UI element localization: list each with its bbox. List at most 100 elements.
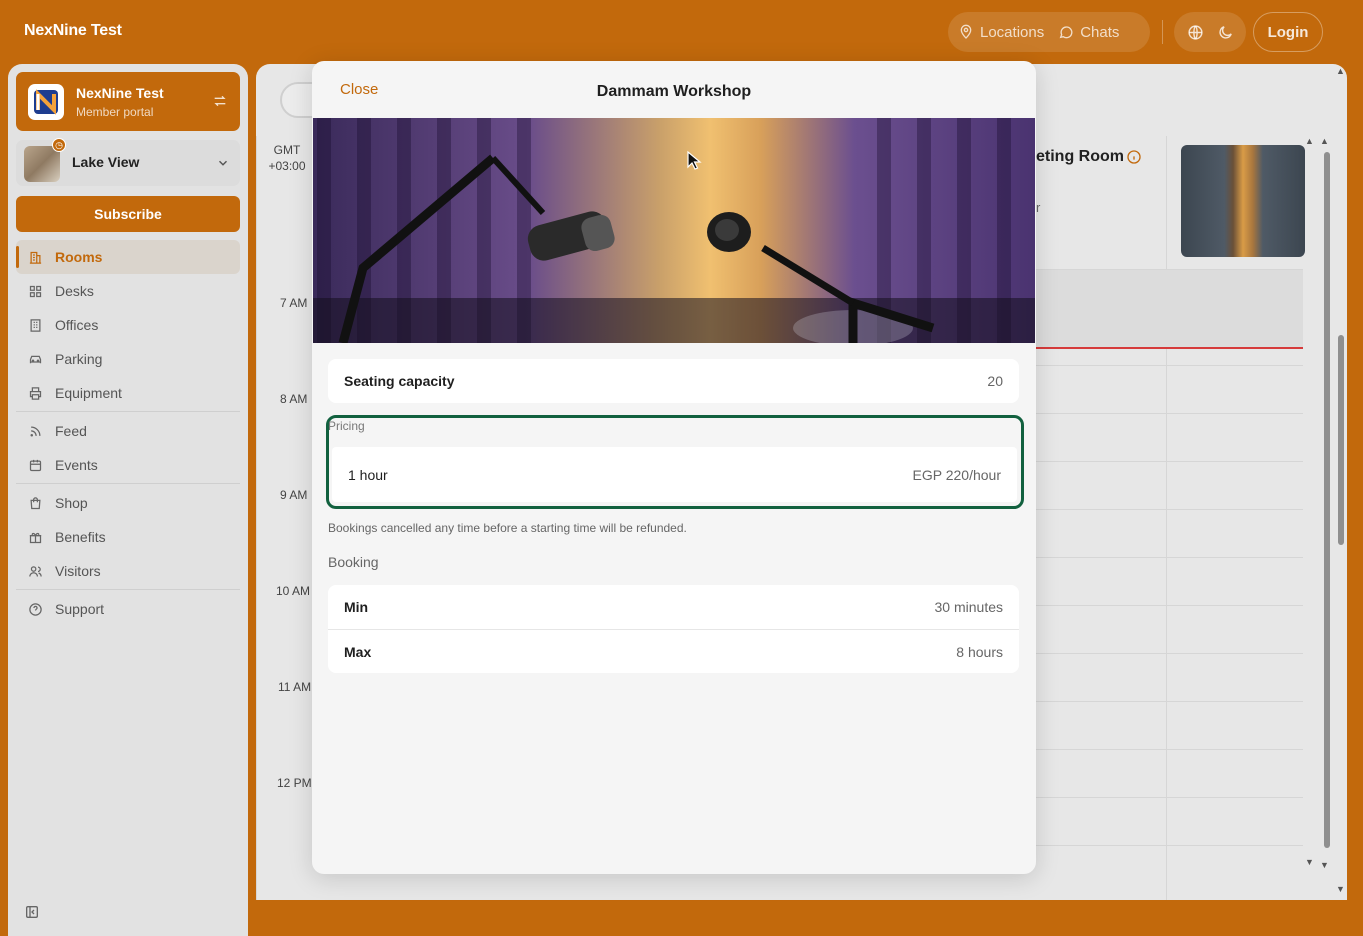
sidebar-item-feed[interactable]: Feed [16, 414, 240, 448]
pricing-duration: 1 hour [348, 467, 388, 483]
nav-divider [16, 589, 240, 590]
grid-icon [29, 285, 42, 297]
nav-divider [16, 411, 240, 412]
sidebar-item-label: Rooms [55, 249, 103, 265]
globe-icon[interactable] [1187, 24, 1204, 41]
brand-name[interactable]: NexNine Test [24, 22, 122, 40]
locations-button[interactable]: Locations [958, 24, 1044, 41]
chevron-down-icon [218, 160, 228, 166]
booking-max-value: 8 hours [956, 644, 1003, 660]
car-icon [29, 355, 42, 363]
sidebar-item-rooms[interactable]: Rooms [16, 240, 240, 274]
switch-arrows-icon[interactable] [212, 93, 228, 109]
seating-value: 20 [987, 373, 1003, 389]
printer-icon [29, 386, 42, 400]
grid-line [1036, 701, 1303, 702]
users-icon [29, 565, 42, 577]
room-column-subtitle: r [1036, 200, 1041, 215]
grid-line [1036, 269, 1303, 270]
sidebar: NexNine Test Member portal ◷ Lake View S… [8, 64, 248, 936]
sidebar-item-equipment[interactable]: Equipment [16, 376, 240, 410]
help-circle-icon [29, 602, 42, 616]
grid-line [1036, 845, 1303, 846]
booking-min-value: 30 minutes [934, 599, 1003, 615]
seating-label: Seating capacity [344, 373, 455, 389]
chats-label: Chats [1080, 23, 1120, 41]
refund-policy-note: Bookings cancelled any time before a sta… [328, 521, 687, 535]
location-badge-icon: ◷ [52, 138, 66, 152]
sidebar-nav: Rooms Desks Offices Parking Equipment Fe… [16, 240, 240, 626]
sidebar-item-label: Shop [55, 495, 88, 511]
scroll-down-arrow-icon[interactable]: ▼ [1305, 857, 1314, 867]
org-switcher[interactable]: NexNine Test Member portal [16, 72, 240, 131]
pricing-row: 1 hour EGP 220/hour [332, 447, 1017, 502]
moon-icon[interactable] [1217, 24, 1234, 41]
scroll-up-arrow-icon[interactable]: ▲ [1320, 136, 1329, 146]
scroll-up-arrow-icon[interactable]: ▲ [1336, 66, 1345, 76]
page-scrollbar[interactable] [1338, 335, 1344, 545]
timezone-label: GMT +03:00 [264, 142, 310, 174]
hour-label: 11 AM [278, 680, 312, 694]
subscribe-button[interactable]: Subscribe [16, 196, 240, 232]
org-subtitle: Member portal [76, 105, 154, 119]
top-bar: NexNine Test Locations Chats Login [0, 0, 1363, 64]
location-name: Lake View [72, 154, 140, 170]
sidebar-collapse-icon[interactable] [24, 904, 40, 920]
org-logo [28, 84, 64, 120]
room-photo [313, 118, 1035, 343]
location-thumbnail [24, 146, 60, 182]
timezone-offset: +03:00 [268, 159, 306, 173]
booking-min-label: Min [344, 599, 369, 615]
hour-label: 10 AM [276, 584, 311, 598]
sidebar-item-shop[interactable]: Shop [16, 486, 240, 520]
booking-max-label: Max [344, 644, 372, 660]
topbar-divider [1162, 20, 1163, 44]
sidebar-item-benefits[interactable]: Benefits [16, 520, 240, 554]
sidebar-item-support[interactable]: Support [16, 592, 240, 626]
topbar-icon-group [1174, 12, 1246, 52]
grid-line [1036, 461, 1303, 462]
calendar-icon [29, 459, 42, 471]
sidebar-item-offices[interactable]: Offices [16, 308, 240, 342]
rss-icon [30, 426, 41, 436]
grid-line [1036, 797, 1303, 798]
pricing-section-label: Pricing [328, 419, 365, 433]
sidebar-item-events[interactable]: Events [16, 448, 240, 482]
booking-limits-card: Min 30 minutes Max 8 hours [328, 585, 1019, 673]
nexnine-logo-icon [34, 89, 58, 115]
booking-section-label: Booking [328, 554, 379, 570]
room-column-title[interactable]: eting Room [1036, 148, 1124, 166]
building-icon [29, 251, 42, 264]
login-button[interactable]: Login [1253, 12, 1323, 52]
pricing-price: EGP 220/hour [912, 467, 1001, 483]
chats-button[interactable]: Chats [1058, 24, 1119, 41]
sidebar-item-parking[interactable]: Parking [16, 342, 240, 376]
info-icon[interactable] [1126, 149, 1142, 165]
hour-label: 9 AM [280, 488, 308, 502]
grid-line [1036, 509, 1303, 510]
timezone-gmt: GMT [273, 143, 301, 157]
sidebar-item-label: Visitors [55, 563, 101, 579]
scroll-down-arrow-icon[interactable]: ▼ [1336, 884, 1345, 894]
sidebar-item-label: Offices [55, 317, 99, 333]
column-divider [256, 136, 257, 900]
sidebar-item-visitors[interactable]: Visitors [16, 554, 240, 588]
scroll-down-arrow-icon[interactable]: ▼ [1320, 860, 1329, 870]
scroll-up-arrow-icon[interactable]: ▲ [1305, 136, 1314, 146]
calendar-scrollbar[interactable] [1324, 152, 1330, 848]
nav-divider [16, 483, 240, 484]
sidebar-item-desks[interactable]: Desks [16, 274, 240, 308]
grid-line [1036, 605, 1303, 606]
grid-line [1036, 557, 1303, 558]
hour-label: 12 PM [277, 776, 312, 790]
office-icon [30, 318, 41, 332]
org-name: NexNine Test [76, 85, 164, 101]
sidebar-item-label: Desks [55, 283, 94, 299]
map-pin-icon [960, 24, 972, 39]
location-selector[interactable]: ◷ Lake View [16, 138, 240, 186]
row-divider [328, 629, 1019, 630]
grid-line [1036, 749, 1303, 750]
room-thumbnail[interactable] [1181, 145, 1305, 257]
room-details-modal: Close Dammam Workshop Seating capacity 2… [312, 61, 1036, 874]
sidebar-item-label: Support [55, 601, 105, 617]
